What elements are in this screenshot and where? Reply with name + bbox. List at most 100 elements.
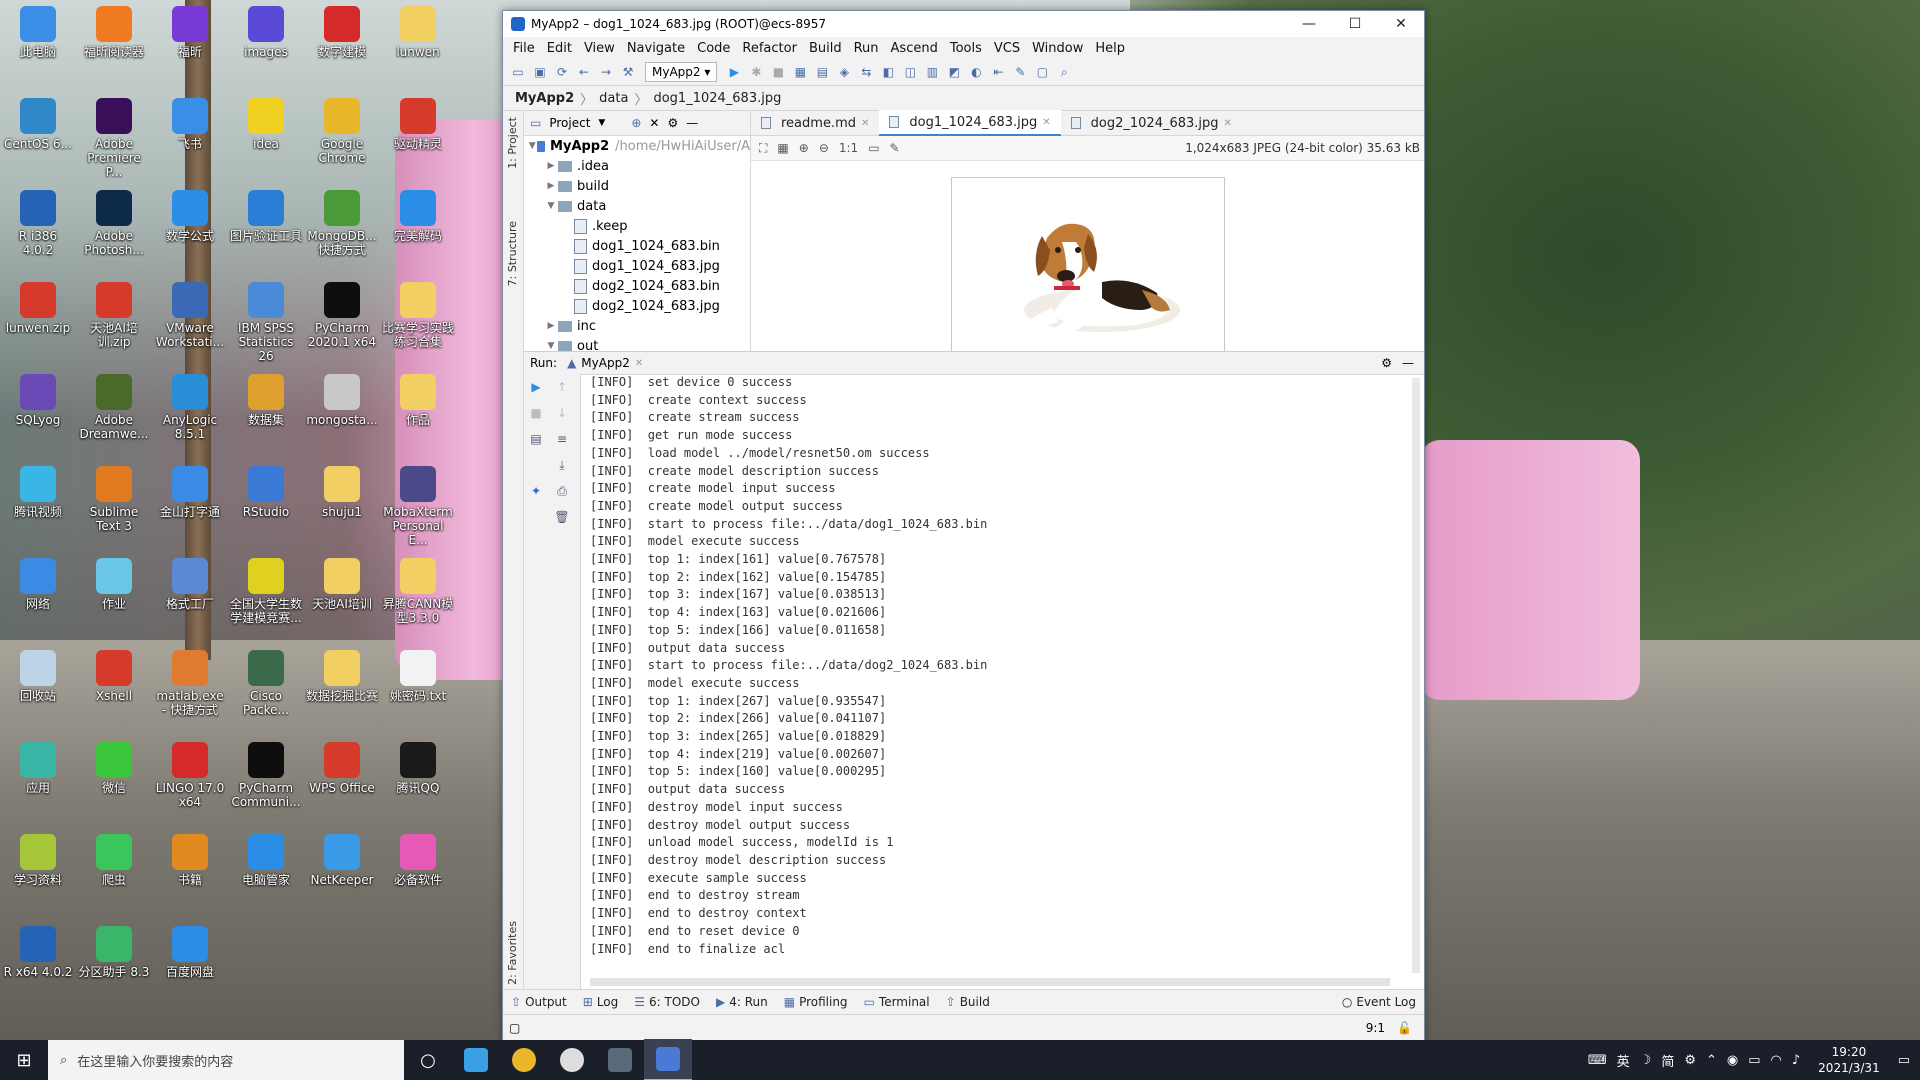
desktop-icon[interactable]: lunwen.zip (2, 278, 74, 335)
run-icon[interactable]: ▶ (725, 63, 743, 81)
menu-help[interactable]: Help (1089, 41, 1131, 56)
pin-icon[interactable]: ✦ (528, 484, 544, 500)
menu-tools[interactable]: Tools (944, 41, 988, 56)
desktop-icon[interactable]: Adobe Photosh... (78, 186, 150, 257)
gear-icon[interactable]: ⚙ (1684, 1053, 1696, 1068)
desktop-icon[interactable]: NetKeeper (306, 830, 378, 887)
desktop-icon[interactable]: images (230, 2, 302, 59)
desktop-icon[interactable]: mongosta... (306, 370, 378, 427)
cursor-position[interactable]: 9:1 (1366, 1021, 1385, 1035)
build-hammer-icon[interactable]: ⚒ (619, 63, 637, 81)
taskbar-ide[interactable] (644, 1039, 692, 1080)
wrench-icon[interactable]: ✎ (1011, 63, 1029, 81)
ascend-tool-icon-3[interactable]: ◈ (835, 63, 853, 81)
status-toggle-icon[interactable]: ▢ (509, 1021, 520, 1035)
desktop-icon[interactable]: 分区助手 8.3 (78, 922, 150, 979)
project-structure-icon[interactable]: ▢ (1033, 63, 1051, 81)
scroll-to-end-icon[interactable]: ⤓ (554, 458, 570, 474)
desktop-icon[interactable]: 飞书 (154, 94, 226, 151)
ascend-tool-icon-1[interactable]: ▦ (791, 63, 809, 81)
menu-ascend[interactable]: Ascend (885, 41, 944, 56)
ascend-tool-icon-8[interactable]: ◩ (945, 63, 963, 81)
desktop-icon[interactable]: MongoDB... 快捷方式 (306, 186, 378, 257)
desktop-icon[interactable]: CentOS 6... (2, 94, 74, 151)
debug-icon[interactable]: ✱ (747, 63, 765, 81)
desktop-icon[interactable]: 应用 (2, 738, 74, 795)
ime-language[interactable]: 英 (1617, 1051, 1630, 1070)
desktop-icon[interactable]: PyCharm Communi... (230, 738, 302, 809)
layout-icon[interactable]: ▤ (528, 432, 544, 448)
start-button[interactable]: ⊞ (0, 1040, 48, 1080)
print-icon[interactable]: ⎙ (554, 484, 570, 500)
desktop-icon[interactable]: 昇腾CANN模型3.3.0 (382, 554, 454, 625)
gear-icon[interactable]: ⚙ (1381, 356, 1392, 370)
desktop-icon[interactable]: 金山打字通 (154, 462, 226, 519)
desktop-icon[interactable]: R x64 4.0.2 (2, 922, 74, 979)
chevron-right-icon[interactable]: ▶ (544, 181, 558, 191)
tree-item[interactable]: .keep (524, 216, 750, 236)
actual-size-button[interactable]: 1:1 (839, 141, 858, 155)
grid-icon[interactable]: ▦ (777, 141, 788, 155)
desktop-icon[interactable]: 福昕阅读器 (78, 2, 150, 59)
run-console-output[interactable]: [INFO] set device 0 success [INFO] create… (590, 374, 1410, 974)
tree-item[interactable]: ▶ build (524, 176, 750, 196)
menu-build[interactable]: Build (803, 41, 848, 56)
taskbar-explorer[interactable] (452, 1040, 500, 1080)
lock-icon[interactable]: 🔓 (1397, 1021, 1412, 1035)
stop-icon[interactable]: ■ (528, 406, 544, 422)
desktop-icon[interactable]: 腾讯QQ (382, 738, 454, 795)
desktop-icon[interactable]: Adobe Dreamwe... (78, 370, 150, 441)
desktop-icon[interactable]: LINGO 17.0 x64 (154, 738, 226, 809)
desktop-icon[interactable]: 回收站 (2, 646, 74, 703)
tree-item[interactable]: dog2_1024_683.bin (524, 276, 750, 296)
volume-icon[interactable]: ♪ (1792, 1053, 1800, 1068)
desktop-icon[interactable]: 作品 (382, 370, 454, 427)
chevron-up-icon[interactable]: ⌃ (1706, 1053, 1717, 1068)
tree-item[interactable]: ▼ data (524, 196, 750, 216)
desktop-icon[interactable]: 图片验证工具 (230, 186, 302, 243)
ascend-tool-icon-7[interactable]: ▥ (923, 63, 941, 81)
desktop-icon[interactable]: 天池AI培训 (306, 554, 378, 611)
minimize-button[interactable]: — (1286, 11, 1332, 37)
trash-icon[interactable]: 🗑 (554, 510, 570, 526)
desktop-icon[interactable]: shuju1 (306, 462, 378, 519)
breadcrumb-item[interactable]: MyApp2 (515, 91, 574, 106)
search-icon[interactable]: ⌕ (1055, 63, 1073, 81)
menu-file[interactable]: File (507, 41, 541, 56)
ime-mode[interactable]: 简 (1661, 1051, 1674, 1070)
desktop-icon[interactable]: 数据集 (230, 370, 302, 427)
desktop-icon[interactable]: 全国大学生数学建模竞赛... (230, 554, 302, 625)
desktop-icon[interactable]: 书籍 (154, 830, 226, 887)
close-icon[interactable]: ✕ (861, 118, 869, 129)
menu-code[interactable]: Code (691, 41, 736, 56)
tool-tab-log[interactable]: ⊞ Log (575, 995, 627, 1009)
desktop-icon[interactable]: 百度网盘 (154, 922, 226, 979)
ascend-tool-icon-4[interactable]: ⇆ (857, 63, 875, 81)
horizontal-scrollbar[interactable] (590, 978, 1390, 986)
tool-tab-output[interactable]: ⇧ Output (503, 995, 575, 1009)
title-bar[interactable]: MyApp2 – dog1_1024_683.jpg (ROOT)@ecs-89… (503, 11, 1424, 37)
desktop-icon[interactable]: 腾讯视频 (2, 462, 74, 519)
fit-icon[interactable]: ⛶ (759, 141, 767, 156)
desktop-icon[interactable]: 电脑管家 (230, 830, 302, 887)
tree-item[interactable]: dog1_1024_683.bin (524, 236, 750, 256)
desktop-icon[interactable]: 作业 (78, 554, 150, 611)
breadcrumb-item[interactable]: dog1_1024_683.jpg (653, 91, 781, 106)
desktop-icon[interactable]: Cisco Packe... (230, 646, 302, 717)
desktop-icon[interactable]: 福昕 (154, 2, 226, 59)
run-config-select[interactable]: MyApp2 ▾ (645, 62, 718, 82)
soft-wrap-icon[interactable]: ≡ (554, 432, 570, 448)
desktop-icon[interactable]: 数学公式 (154, 186, 226, 243)
taskbar-chrome[interactable] (500, 1040, 548, 1080)
desktop-icon[interactable]: 数字建模 (306, 2, 378, 59)
desktop-icon[interactable]: lunwen (382, 2, 454, 59)
ascend-tool-icon-9[interactable]: ◐ (967, 63, 985, 81)
desktop-icon[interactable]: 微信 (78, 738, 150, 795)
desktop-icon[interactable]: R i386 4.0.2 (2, 186, 74, 257)
chevron-right-icon[interactable]: ▶ (544, 321, 558, 331)
locate-icon[interactable]: ⊕ (631, 116, 641, 130)
forward-icon[interactable]: → (597, 63, 615, 81)
desktop-icon[interactable]: Xshell (78, 646, 150, 703)
menu-run[interactable]: Run (848, 41, 885, 56)
editor-tab[interactable]: dog2_1024_683.jpg ✕ (1061, 111, 1242, 135)
